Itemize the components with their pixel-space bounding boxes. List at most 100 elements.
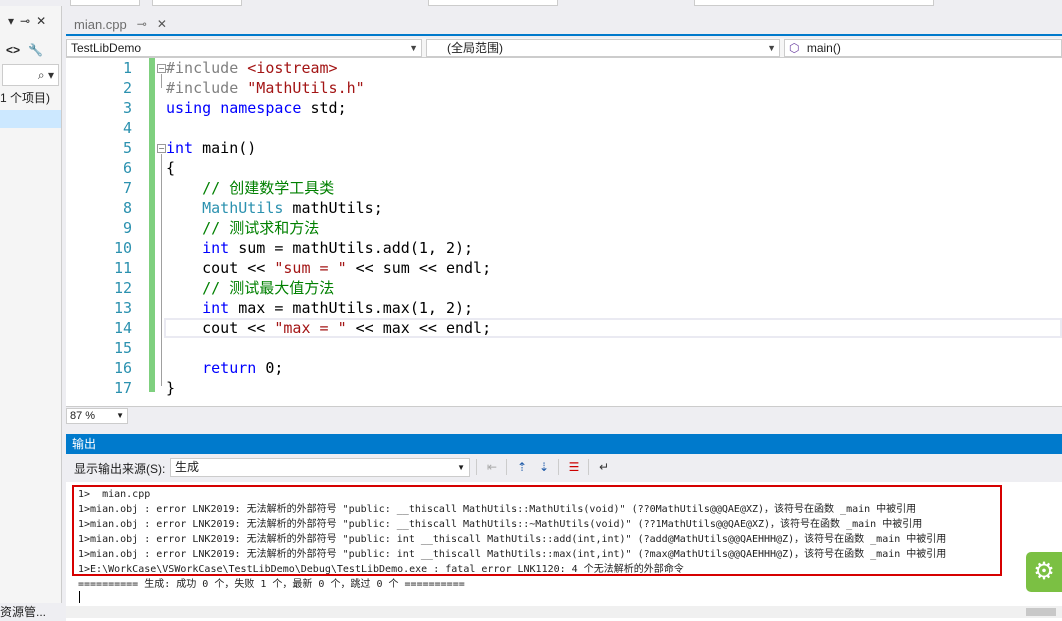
toolbar-combo[interactable]	[152, 0, 242, 6]
toolbar-separator	[476, 459, 477, 475]
code-view-icon[interactable]: <>	[6, 43, 20, 57]
output-source-label: 显示输出来源(S):	[74, 462, 166, 476]
solution-explorer-panel: ▾ ⊸ ✕ <> 🔧 ⌕ ▾ 1 个项目) 资源管...	[0, 6, 62, 621]
output-line: 1> mian.cpp	[78, 489, 151, 500]
previous-message-icon[interactable]: ⇡	[514, 460, 530, 474]
code-token: std;	[301, 99, 347, 117]
code-editor[interactable]: 1 2 3 4 5 6 7 8 9 10 11 12 13 14 15 16 17 − − #include <…	[66, 58, 1062, 406]
line-number: 13	[113, 299, 132, 317]
chevron-down-icon: ▼	[409, 43, 418, 53]
code-line[interactable]: int main()	[166, 138, 256, 158]
chevron-down-icon: ▼	[457, 463, 465, 472]
output-line: 1>mian.obj : error LNK2019: 无法解析的外部符号 "p…	[78, 504, 917, 515]
chevron-down-icon: ▼	[116, 411, 124, 420]
code-token: #include	[166, 59, 248, 77]
code-line[interactable]: MathUtils mathUtils;	[166, 198, 383, 218]
output-source-value: 生成	[175, 460, 200, 474]
pin-icon[interactable]: ⊸	[20, 14, 30, 28]
top-toolbar-strip	[0, 0, 1062, 6]
panel-toolbar: <> 🔧	[0, 36, 61, 64]
line-number: 15	[113, 339, 132, 357]
code-token: int	[202, 299, 230, 317]
line-number: 3	[122, 99, 132, 117]
code-token: <iostream>	[247, 59, 338, 77]
code-token: "max = "	[274, 319, 347, 337]
code-line[interactable]: // 测试求和方法	[166, 218, 319, 238]
code-line[interactable]: int sum = mathUtils.add(1, 2);	[166, 238, 473, 258]
solution-node-label[interactable]: 1 个项目)	[0, 86, 61, 110]
line-number: 12	[113, 279, 132, 297]
code-token: << sum << endl;	[346, 259, 492, 277]
selected-tree-item[interactable]	[0, 110, 61, 128]
code-token: int	[202, 239, 230, 257]
tab-solution-explorer[interactable]: 资源管...	[0, 603, 62, 621]
toolbar-combo[interactable]	[694, 0, 934, 6]
code-token: "MathUtils.h"	[247, 79, 365, 97]
search-input[interactable]: ⌕ ▾	[2, 64, 59, 86]
horizontal-scrollbar[interactable]	[66, 606, 1062, 618]
output-text-area[interactable]: 1> mian.cpp 1>mian.obj : error LNK2019: 无…	[66, 482, 1062, 621]
project-dropdown-value: TestLibDemo	[71, 41, 142, 55]
pin-icon[interactable]: ⊸	[137, 17, 147, 31]
close-icon[interactable]: ✕	[36, 14, 46, 28]
scope-dropdown[interactable]: (全局范围) ▼	[426, 39, 780, 57]
line-number: 11	[113, 259, 132, 277]
output-panel-header: 输出	[66, 434, 1062, 454]
code-line[interactable]: cout << "sum = " << sum << endl;	[166, 258, 491, 278]
code-token: mathUtils;	[283, 199, 383, 217]
clear-all-icon[interactable]: ☰	[566, 460, 582, 474]
code-line[interactable]: using namespace std;	[166, 98, 347, 118]
line-number: 7	[122, 179, 132, 197]
project-dropdown[interactable]: TestLibDemo ▼	[66, 39, 422, 57]
output-line: 1>mian.obj : error LNK2019: 无法解析的外部符号 "p…	[78, 549, 947, 560]
code-token: namespace	[220, 99, 302, 117]
toolbar-combo[interactable]	[428, 0, 558, 6]
fold-guide	[161, 74, 162, 88]
close-icon[interactable]: ✕	[157, 17, 167, 31]
scope-dropdown-value: (全局范围)	[447, 41, 503, 55]
ide-window: ▾ ⊸ ✕ <> 🔧 ⌕ ▾ 1 个项目) 资源管... mian.cpp ⊸ …	[0, 0, 1062, 621]
goto-previous-disabled-icon[interactable]: ⇤	[484, 460, 500, 474]
output-toolbar: 显示输出来源(S): 生成 ▼ ⇤ ⇡ ⇣ ☰ ↵	[66, 454, 1062, 482]
toolbar-separator	[558, 459, 559, 475]
wrench-icon[interactable]: 🔧	[28, 43, 43, 57]
code-line[interactable]: // 创建数学工具类	[166, 178, 334, 198]
zoom-dropdown[interactable]: 87 % ▼	[66, 408, 128, 424]
toolbar-separator	[506, 459, 507, 475]
function-dropdown[interactable]: ⬡ main()	[784, 39, 1062, 57]
code-line[interactable]: {	[166, 158, 175, 178]
code-token: cout <<	[166, 319, 275, 337]
code-line[interactable]: #include "MathUtils.h"	[166, 78, 365, 98]
code-line[interactable]: int max = mathUtils.max(1, 2);	[166, 298, 473, 318]
code-line[interactable]: return 0;	[166, 358, 283, 378]
code-line[interactable]: #include <iostream>	[166, 58, 338, 78]
scrollbar-thumb[interactable]	[1026, 608, 1056, 616]
next-message-icon[interactable]: ⇣	[536, 460, 552, 474]
dropdown-icon[interactable]: ▾	[8, 14, 14, 28]
line-number: 14	[113, 319, 132, 337]
tab-mian-cpp[interactable]: mian.cpp ⊸ ✕	[68, 12, 173, 36]
collapse-icon[interactable]: −	[157, 64, 166, 73]
gear-icon[interactable]: ⚙	[1026, 552, 1062, 592]
word-wrap-icon[interactable]: ↵	[596, 460, 612, 474]
collapse-icon[interactable]: −	[157, 144, 166, 153]
code-token: sum = mathUtils.add(1, 2);	[229, 239, 474, 257]
toolbar-combo[interactable]	[70, 0, 140, 6]
panel-header: ▾ ⊸ ✕	[0, 6, 61, 36]
code-line[interactable]: cout << "max = " << max << endl;	[166, 318, 491, 338]
editor-status-strip: 87 % ▼	[66, 406, 1062, 424]
output-source-dropdown[interactable]: 生成 ▼	[170, 458, 470, 477]
navigation-bar: TestLibDemo ▼ (全局范围) ▼ ⬡ main()	[66, 38, 1062, 58]
code-line[interactable]: // 测试最大值方法	[166, 278, 334, 298]
code-line[interactable]: }	[166, 378, 175, 398]
line-number: 9	[122, 219, 132, 237]
output-line: 1>mian.obj : error LNK2019: 无法解析的外部符号 "p…	[78, 519, 923, 530]
zoom-value: 87 %	[70, 410, 96, 422]
function-dropdown-value: main()	[806, 41, 841, 55]
line-number: 6	[122, 159, 132, 177]
code-token: // 创建数学工具类	[202, 179, 335, 197]
